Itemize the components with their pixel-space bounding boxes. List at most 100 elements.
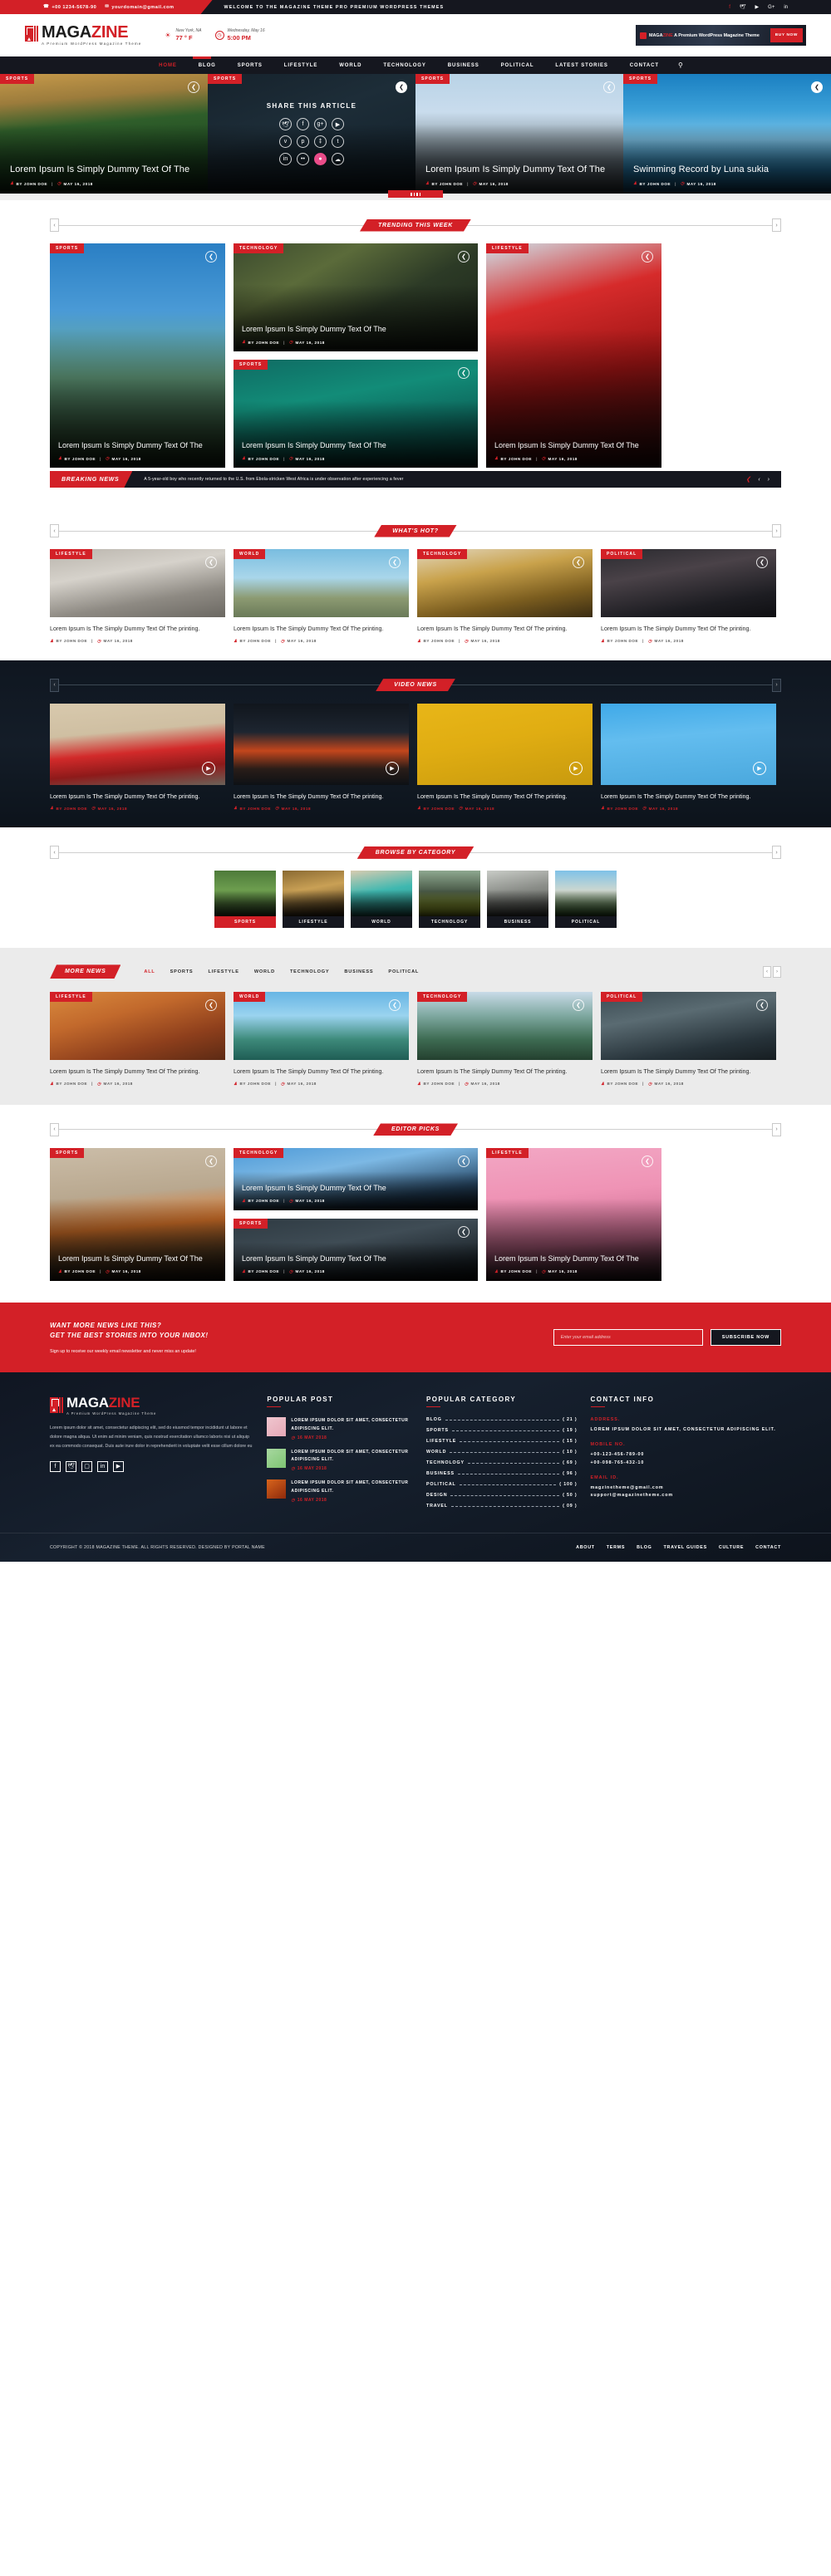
tab-world[interactable]: WORLD — [254, 969, 275, 974]
category-row-world[interactable]: WORLD( 10 ) — [426, 1450, 578, 1455]
hero-slide-4[interactable]: SPORTS ❮ Swimming Record by Luna sukia ♟… — [623, 74, 831, 194]
category-card-sports[interactable]: SPORTS — [214, 871, 276, 929]
whats-hot-card-3[interactable]: TECHNOLOGY ❮ Lorem Ipsum Is The Simply D… — [417, 549, 593, 644]
category-card-world[interactable]: WORLD — [351, 871, 412, 929]
next-arrow-icon[interactable]: › — [772, 678, 781, 692]
email-address-2[interactable]: support@magazinetheme.com — [591, 1492, 781, 1500]
share-icon[interactable]: ❮ — [458, 1225, 470, 1238]
category-tag[interactable]: SPORTS — [416, 74, 450, 84]
hero-slide-2-share-panel[interactable]: SPORTS ❮ SHARE THIS ARTICLE 🕊 f g+ ▶ v p… — [208, 74, 416, 194]
trending-card-1[interactable]: SPORTS ❮ Lorem Ipsum Is Simply Dummy Tex… — [50, 243, 225, 468]
share-icon[interactable]: ❮ — [458, 251, 470, 263]
video-card-1[interactable]: ▶ Lorem Ipsum Is The Simply Dummy Text O… — [50, 703, 225, 811]
rss-icon[interactable]: ☁ — [332, 153, 344, 165]
play-icon[interactable]: ▶ — [753, 761, 766, 775]
editor-pick-card-3[interactable]: SPORTS ❮ Lorem Ipsum Is Simply Dummy Tex… — [234, 1218, 478, 1281]
prev-arrow-icon[interactable]: ‹ — [50, 678, 59, 692]
facebook-icon[interactable]: f — [729, 5, 730, 10]
nav-item-latest-stories[interactable]: LATEST STORIES — [544, 63, 618, 68]
footer-link-about[interactable]: ABOUT — [576, 1545, 595, 1550]
footer-link-blog[interactable]: BLOG — [637, 1545, 652, 1550]
site-logo[interactable]: MAGAZINE A Premium WordPress Magazine Th… — [25, 24, 141, 47]
share-icon[interactable]: ❮ — [603, 81, 615, 93]
category-tag[interactable]: SPORTS — [623, 74, 658, 84]
tab-lifestyle[interactable]: LIFESTYLE — [208, 969, 238, 974]
category-tag[interactable]: LIFESTYLE — [486, 243, 529, 253]
email-address-1[interactable]: magzinetheme@gmail.com — [591, 1484, 781, 1493]
email-item[interactable]: ✉ yourdomain@gmail.com — [105, 5, 174, 10]
category-tag[interactable]: SPORTS — [0, 74, 35, 84]
popular-post-item[interactable]: LOREM IPSUM DOLOR SIT AMET, CONSECTETUR … — [267, 1448, 413, 1471]
category-tag[interactable]: SPORTS — [234, 1218, 268, 1229]
share-icon[interactable]: ❮ — [756, 557, 768, 568]
nav-item-contact[interactable]: CONTACT — [619, 63, 670, 68]
twitter-icon[interactable]: 🕊 — [66, 1460, 76, 1472]
share-icon[interactable]: ❮ — [205, 557, 217, 568]
search-icon[interactable]: ⚲ — [678, 61, 683, 69]
whats-hot-card-2[interactable]: WORLD ❮ Lorem Ipsum Is The Simply Dummy … — [234, 549, 409, 644]
play-icon[interactable]: ▶ — [569, 761, 583, 775]
more-news-card-1[interactable]: LIFESTYLE ❮ Lorem Ipsum Is The Simply Du… — [50, 992, 225, 1087]
tumblr-icon[interactable]: t — [332, 135, 344, 148]
category-card-political[interactable]: POLITICAL — [555, 871, 617, 929]
subscribe-now-button[interactable]: SUBSCRIBE NOW — [710, 1328, 781, 1346]
category-row-design[interactable]: DESIGN( 50 ) — [426, 1493, 578, 1498]
share-icon[interactable]: ❮ — [642, 251, 653, 263]
flickr-icon[interactable]: •• — [297, 153, 309, 165]
next-arrow-icon[interactable]: › — [772, 524, 781, 537]
prev-arrow-icon[interactable]: ‹ — [50, 1122, 59, 1136]
mobile-number-2[interactable]: +00-098-765-432-10 — [591, 1460, 781, 1468]
category-row-political[interactable]: POLITICAL( 100 ) — [426, 1482, 578, 1487]
share-icon[interactable]: ❮ — [205, 251, 217, 263]
category-tag[interactable]: TECHNOLOGY — [417, 992, 468, 1003]
video-card-3[interactable]: ▶ Lorem Ipsum Is The Simply Dummy Text O… — [417, 703, 593, 811]
play-icon[interactable]: ▶ — [386, 761, 399, 775]
category-tag[interactable]: WORLD — [234, 549, 266, 559]
next-arrow-icon[interactable]: › — [772, 218, 781, 232]
editor-pick-card-2[interactable]: TECHNOLOGY ❮ Lorem Ipsum Is Simply Dummy… — [234, 1147, 478, 1210]
category-tag[interactable]: LIFESTYLE — [50, 992, 92, 1003]
nav-item-sports[interactable]: SPORTS — [227, 63, 273, 68]
nav-item-blog[interactable]: BLOG — [188, 63, 227, 68]
nav-item-technology[interactable]: TECHNOLOGY — [372, 63, 436, 68]
twitter-icon[interactable]: 🕊 — [740, 5, 746, 10]
nav-item-lifestyle[interactable]: LIFESTYLE — [273, 63, 328, 68]
footer-link-contact[interactable]: CONTACT — [755, 1545, 781, 1550]
trending-card-2[interactable]: TECHNOLOGY ❮ Lorem Ipsum Is Simply Dummy… — [234, 243, 478, 351]
footer-link-culture[interactable]: CULTURE — [719, 1545, 744, 1550]
nav-item-world[interactable]: WORLD — [328, 63, 372, 68]
phone-item[interactable]: ☎ +00 1234-5678-90 — [43, 5, 96, 10]
facebook-icon[interactable]: f — [297, 118, 309, 130]
next-arrow-icon[interactable]: › — [768, 477, 770, 483]
category-row-travel[interactable]: TRAVEL( 09 ) — [426, 1504, 578, 1509]
category-tag[interactable]: TECHNOLOGY — [234, 1147, 284, 1158]
next-arrow-icon[interactable]: › — [773, 965, 781, 978]
tab-all[interactable]: ALL — [144, 969, 155, 974]
category-row-business[interactable]: BUSINESS( 96 ) — [426, 1471, 578, 1476]
category-tag[interactable]: LIFESTYLE — [486, 1147, 529, 1158]
category-tag[interactable]: SPORTS — [50, 243, 85, 253]
footer-logo[interactable]: MAGAZINE A Premium WordPress Magazine Th… — [50, 1396, 253, 1416]
tab-technology[interactable]: TECHNOLOGY — [290, 969, 329, 974]
share-icon[interactable]: ❮ — [642, 1155, 653, 1167]
share-icon[interactable]: ❮ — [745, 476, 750, 483]
share-icon[interactable]: ❮ — [458, 367, 470, 379]
hero-slide-1[interactable]: SPORTS ❮ Lorem Ipsum Is Simply Dummy Tex… — [0, 74, 208, 194]
category-row-technology[interactable]: TECHNOLOGY( 69 ) — [426, 1460, 578, 1465]
category-tag[interactable]: LIFESTYLE — [50, 549, 92, 559]
whats-hot-card-1[interactable]: LIFESTYLE ❮ Lorem Ipsum Is The Simply Du… — [50, 549, 225, 644]
category-tag[interactable]: WORLD — [234, 992, 266, 1003]
category-card-lifestyle[interactable]: LIFESTYLE — [283, 871, 344, 929]
linkedin-icon[interactable]: in — [784, 5, 788, 10]
footer-link-terms[interactable]: TERMS — [607, 1545, 625, 1550]
editor-pick-card-4[interactable]: LIFESTYLE ❮ Lorem Ipsum Is Simply Dummy … — [486, 1147, 661, 1281]
more-news-card-2[interactable]: WORLD ❮ Lorem Ipsum Is The Simply Dummy … — [234, 992, 409, 1087]
prev-arrow-icon[interactable]: ‹ — [50, 846, 59, 860]
footer-link-travel-guides[interactable]: TRAVEL GUIDES — [664, 1545, 707, 1550]
whats-hot-card-4[interactable]: POLITICAL ❮ Lorem Ipsum Is The Simply Du… — [601, 549, 776, 644]
linkedin-icon[interactable]: in — [97, 1460, 108, 1472]
share-icon[interactable]: ❮ — [205, 1155, 217, 1167]
popular-post-item[interactable]: LOREM IPSUM DOLOR SIT AMET, CONSECTETUR … — [267, 1417, 413, 1440]
video-card-4[interactable]: ▶ Lorem Ipsum Is The Simply Dummy Text O… — [601, 703, 776, 811]
share-icon[interactable]: ❮ — [458, 1155, 470, 1167]
